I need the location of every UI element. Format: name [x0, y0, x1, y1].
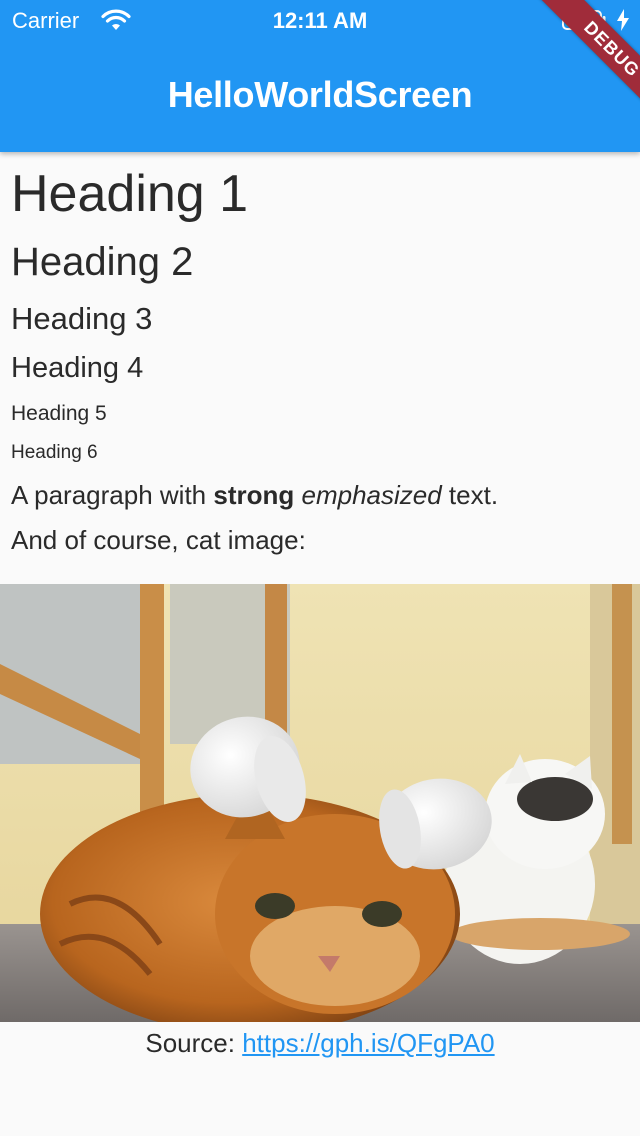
heading-6: Heading 6 [11, 442, 98, 463]
image-caption: Source: https://gph.is/QFgPA0 [0, 1028, 640, 1059]
paragraph: A paragraph with strong emphasized text. [11, 480, 498, 511]
source-link[interactable]: https://gph.is/QFgPA0 [242, 1028, 494, 1058]
heading-4: Heading 4 [11, 352, 144, 384]
heading-1: Heading 1 [11, 165, 249, 223]
paragraph-suffix: text. [441, 480, 499, 510]
charging-icon [617, 9, 629, 31]
cat-image [0, 584, 640, 1022]
page-title: HelloWorldScreen [167, 74, 473, 115]
caption-label: Source: [145, 1028, 243, 1058]
clock: 12:11 AM [272, 8, 368, 33]
cat-intro-text: And of course, cat image: [11, 525, 306, 555]
paragraph-strong: strong [213, 480, 295, 510]
heading-5: Heading 5 [11, 402, 107, 425]
paragraph-emphasized: emphasized [301, 480, 442, 510]
status-bar: Carrier 12:11 AM [0, 0, 640, 40]
paragraph-prefix: A paragraph with [11, 480, 214, 510]
app-bar: Carrier 12:11 AM HelloWorldScreen DEBUG [0, 0, 640, 152]
heading-3: Heading 3 [11, 301, 153, 336]
heading-2: Heading 2 [11, 240, 194, 284]
